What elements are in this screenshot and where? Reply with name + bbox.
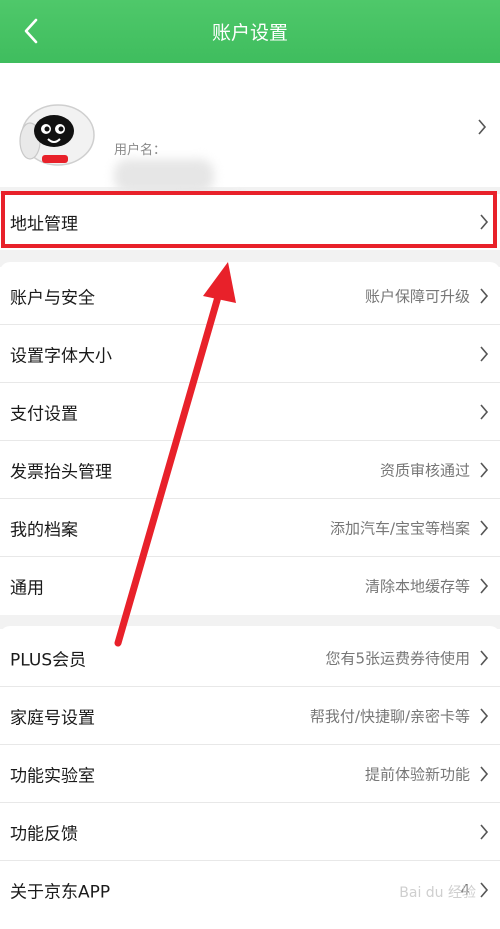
- row-label: 我的档案: [10, 520, 78, 541]
- row-value: 账户保障可升级: [364, 287, 470, 306]
- profile-card[interactable]: 用户名：: [0, 63, 500, 223]
- avatar: [12, 91, 104, 171]
- settings-row[interactable]: PLUS会员 您有5张运费券待使用: [0, 629, 500, 687]
- row-label: 支付设置: [10, 404, 78, 425]
- chevron-right-icon: [478, 706, 490, 726]
- chevron-right-icon: [478, 518, 490, 538]
- row-value: 您有5张运费券待使用: [325, 649, 470, 668]
- row-value: 帮我付/快捷聊/亲密卡等: [309, 707, 470, 726]
- page-title: 账户设置: [211, 22, 288, 44]
- chevron-right-icon: [478, 460, 490, 480]
- settings-row[interactable]: 我的档案 添加汽车/宝宝等档案: [0, 499, 500, 557]
- chevron-right-icon: [478, 880, 490, 900]
- row-label: 家庭号设置: [10, 708, 95, 729]
- settings-row[interactable]: 设置字体大小: [0, 325, 500, 383]
- row-value: 提前体验新功能: [364, 765, 470, 784]
- row-label: 关于京东APP: [10, 882, 111, 903]
- row-label: 功能反馈: [10, 824, 78, 845]
- settings-row[interactable]: 通用 清除本地缓存等: [0, 557, 500, 615]
- blurred-name: [114, 159, 214, 193]
- chevron-right-icon: [478, 286, 490, 306]
- chevron-right-icon: [478, 576, 490, 596]
- settings-row[interactable]: 账户与安全 账户保障可升级: [0, 267, 500, 325]
- row-label: 通用: [10, 578, 44, 599]
- row-label: 设置字体大小: [10, 346, 112, 367]
- row-label: 账户与安全: [10, 288, 95, 309]
- settings-row[interactable]: 发票抬头管理 资质审核通过: [0, 441, 500, 499]
- row-label: 功能实验室: [10, 766, 95, 787]
- chevron-right-icon: [478, 764, 490, 784]
- username-label: 用户名：: [114, 143, 167, 158]
- row-label: 发票抬头管理: [10, 462, 112, 483]
- settings-row[interactable]: 家庭号设置 帮我付/快捷聊/亲密卡等: [0, 687, 500, 745]
- highlight-annotation: [1, 191, 497, 248]
- header-bar: 账户设置: [0, 0, 500, 63]
- chevron-right-icon: [478, 822, 490, 842]
- row-label: PLUS会员: [10, 650, 87, 671]
- chevron-right-icon: [478, 648, 490, 668]
- row-value: 添加汽车/宝宝等档案: [329, 519, 470, 538]
- row-value: 清除本地缓存等: [364, 577, 470, 596]
- watermark-text: Bai du 经验: [399, 885, 476, 901]
- row-value: 资质审核通过: [379, 461, 470, 480]
- chevron-right-icon: [478, 344, 490, 364]
- mascot-dog-icon: [19, 104, 95, 166]
- chevron-right-icon: [476, 117, 488, 137]
- settings-row[interactable]: 功能实验室 提前体验新功能: [0, 745, 500, 803]
- settings-row[interactable]: 支付设置: [0, 383, 500, 441]
- chevron-right-icon: [478, 402, 490, 422]
- settings-row[interactable]: 功能反馈: [0, 803, 500, 861]
